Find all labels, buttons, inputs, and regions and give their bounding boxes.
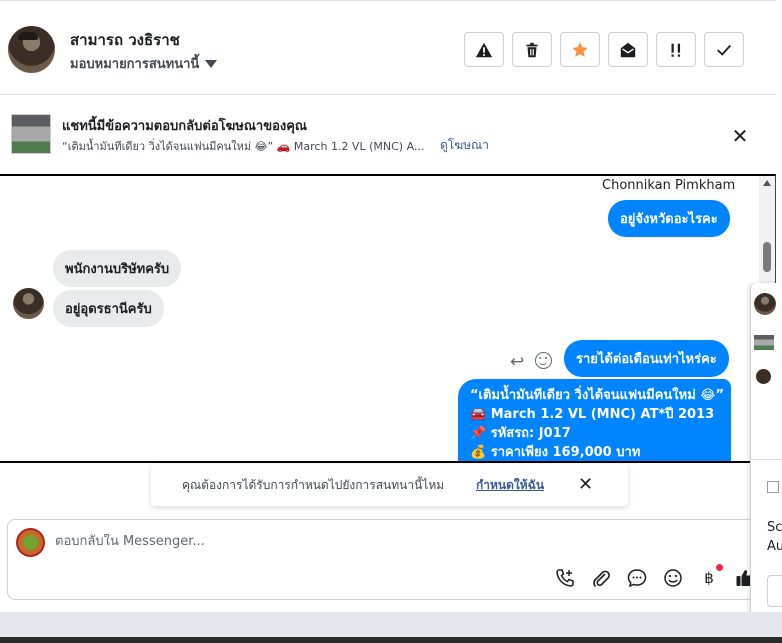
warning-icon	[475, 42, 493, 57]
side-panel-text: Sc	[767, 520, 782, 535]
emoji-button[interactable]	[662, 567, 684, 589]
assign-conversation-dropdown[interactable]: มอบหมายการสนทนานี้	[70, 53, 218, 74]
assign-toast: คุณต้องการได้รับการกำหนดไปยังการสนทนานี้…	[151, 464, 628, 506]
star-icon	[572, 41, 588, 57]
baht-icon: ฿	[704, 569, 714, 587]
ad-thumbnail	[11, 114, 51, 154]
envelope-open-icon	[620, 42, 636, 57]
message-bubble-outgoing[interactable]: อยู่จังหวัดอะไรคะ	[608, 200, 730, 237]
phone-plus-icon	[556, 569, 574, 587]
message-thread[interactable]: Chonnikan Pimkham อยู่จังหวัดอะไรคะ พนัก…	[0, 174, 776, 463]
message-bubble-incoming[interactable]: พนักงานบริษัทครับ	[53, 250, 182, 287]
mark-spam-button[interactable]	[464, 32, 504, 67]
composer-tools: ฿	[554, 564, 756, 589]
conversation-actions	[464, 32, 744, 67]
ad-banner-title: แชทนี้มีข้อความตอบกลับต่อโฆษณาของคุณ	[62, 119, 307, 134]
side-ad-thumbnail	[754, 335, 774, 350]
scroll-up-arrow-icon[interactable]	[763, 180, 771, 186]
trash-icon	[526, 42, 538, 57]
side-contact-avatar[interactable]	[754, 293, 776, 315]
mark-unread-button[interactable]	[608, 32, 648, 67]
sender-name: Chonnikan Pimkham	[602, 178, 736, 193]
paperclip-icon	[593, 570, 610, 588]
page-avatar	[16, 528, 45, 557]
call-button[interactable]	[554, 567, 576, 589]
emoji-react-icon[interactable]	[535, 352, 552, 369]
mark-done-button[interactable]	[704, 32, 744, 67]
message-bubble-incoming[interactable]: อยู่อุดรธานีครับ	[53, 290, 164, 327]
follow-up-button[interactable]	[656, 32, 696, 67]
checkmark-icon	[717, 44, 731, 56]
caret-down-icon	[205, 59, 218, 68]
ad-message-bubble[interactable]: “เติมน้ำมันทีเดียว วิ่งได้จนแฟนมีคนใหม่ …	[458, 379, 731, 461]
flag-icon	[767, 481, 779, 493]
side-panel-text: Au	[767, 539, 782, 554]
saved-replies-button[interactable]	[626, 567, 648, 589]
ad-message-line: “เติมน้ำมันทีเดียว วิ่งได้จนแฟนมีคนใหม่ …	[470, 388, 725, 403]
divider	[751, 459, 782, 460]
ad-banner-subtitle: “เติมน้ำมันทีเดียว วิ่งได้จนแฟนมีคนใหม่ …	[62, 140, 425, 153]
view-ad-link[interactable]: ดูโฆษณา	[440, 136, 489, 155]
message-bubble-outgoing[interactable]: รายได้ต่อเดือนเท่าไหร่คะ	[564, 340, 729, 377]
notification-dot	[716, 564, 723, 571]
assign-to-me-link[interactable]: กำหนดให้ฉัน	[476, 476, 544, 495]
taskbar-edge	[0, 637, 782, 643]
toast-text: คุณต้องการได้รับการกำหนดไปยังการสนทนานี้…	[182, 478, 445, 492]
reply-icon[interactable]: ↩	[510, 352, 524, 372]
scroll-thumb[interactable]	[763, 242, 771, 272]
close-icon[interactable]: ✕	[578, 474, 593, 495]
payment-button[interactable]: ฿	[698, 564, 723, 589]
attach-button[interactable]	[590, 567, 612, 589]
inbox-conversation-view: สามารถ วงธิราช มอบหมายการสนทนานี้ แชทนี้…	[0, 0, 782, 643]
ad-message-line: 📌 รหัสรถ: J017	[470, 426, 571, 441]
side-chat-panel[interactable]: Sc Au	[750, 283, 782, 623]
assign-label: มอบหมายการสนทนานี้	[70, 57, 200, 72]
double-exclamation-icon	[671, 43, 681, 57]
contact-name[interactable]: สามารถ วงธิราช	[70, 28, 180, 52]
delete-button[interactable]	[512, 32, 552, 67]
side-panel-button[interactable]	[767, 575, 782, 607]
reply-composer: ฿	[7, 519, 776, 600]
close-icon[interactable]: ✕	[730, 126, 750, 146]
ad-message-line: 💰 ราคาเพียง 169,000 บาท	[470, 445, 641, 460]
conversation-header: สามารถ วงธิราช มอบหมายการสนทนานี้	[0, 0, 776, 95]
smiley-icon	[664, 569, 682, 587]
star-button[interactable]	[560, 32, 600, 67]
reply-input[interactable]	[55, 534, 735, 549]
chat-bubble-icon	[627, 569, 647, 588]
contact-avatar-small	[13, 288, 44, 319]
contact-avatar[interactable]	[8, 26, 55, 73]
ad-reply-banner: แชทนี้มีข้อความตอบกลับต่อโฆษณาของคุณ “เต…	[0, 96, 776, 174]
side-contact-avatar-small	[756, 369, 771, 384]
ad-message-line: 🚘 March 1.2 VL (MNC) AT*ปี 2013	[470, 407, 715, 422]
